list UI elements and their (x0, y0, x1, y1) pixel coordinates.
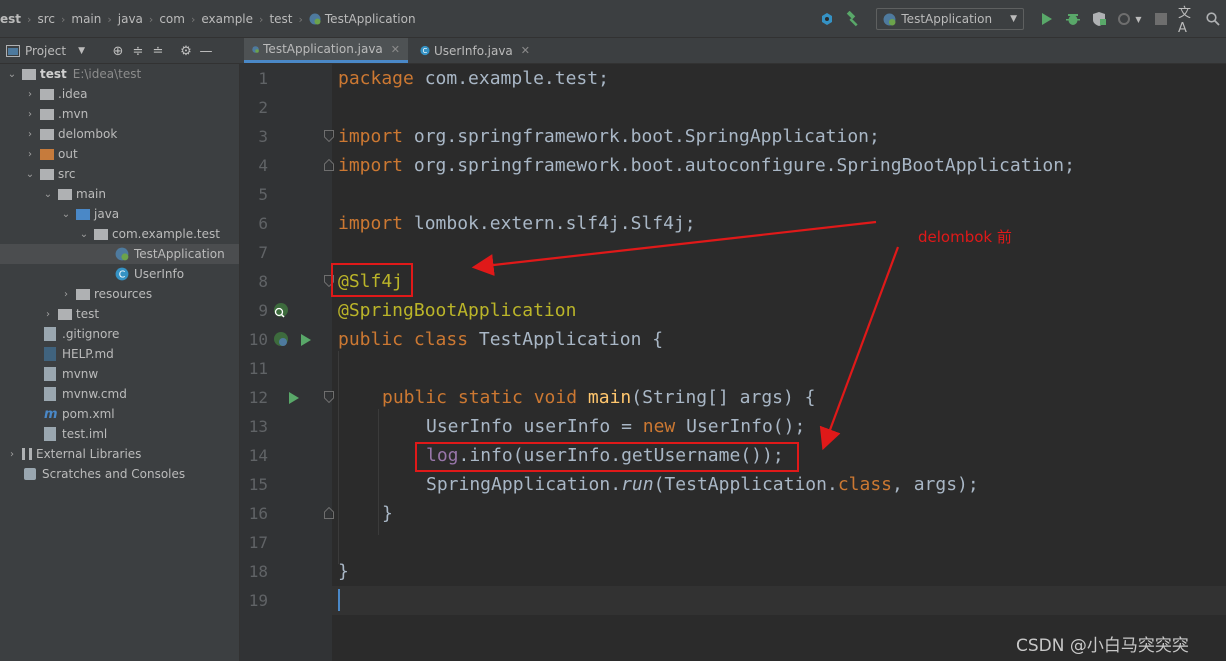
arrow-to-slf4j (471, 220, 877, 276)
watermark: CSDN @小白马突突突 (1016, 636, 1189, 656)
arrow-to-log-info (819, 246, 900, 451)
annotation-arrows (471, 220, 900, 451)
